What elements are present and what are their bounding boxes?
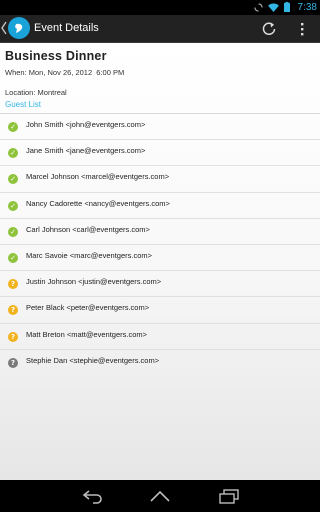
question-icon: ? [8,279,18,290]
check-icon: ✓ [8,148,18,159]
back-icon[interactable] [82,488,104,504]
check-icon: ✓ [8,200,18,211]
event-location: Location: Montreal [5,88,67,97]
guest-name: Carl Johnson <carl@eventgers.com> [26,224,150,234]
guest-row[interactable]: ? Matt Breton <matt@eventgers.com> [0,324,320,350]
check-icon: ✓ [8,226,18,237]
guest-name: John Smith <john@eventgers.com> [26,120,146,129]
guest-name: Stephie Dan <stephie@eventgers.com> [26,355,160,365]
guest-name: Matt Breton <matt@eventgers.com> [26,329,147,339]
recent-apps-icon[interactable] [218,488,240,504]
question-icon: ? [8,357,18,368]
guest-row[interactable]: ? Stephie Dan <stephie@eventgers.com> [0,350,320,376]
guest-row[interactable]: ? Justin Johnson <justin@eventgers.com> [0,271,320,298]
question-icon: ? [8,305,18,316]
guest-row[interactable]: ✓ Carl Johnson <carl@eventgers.com> [0,219,320,245]
app-logo-icon[interactable] [8,17,30,39]
sync-icon [254,2,263,12]
guest-name: Jane Smith <jane@eventgers.com> [26,146,146,156]
event-title: Business Dinner [5,49,107,63]
guest-row[interactable]: ✓ Marc Savoie <marc@eventgers.com> [0,245,320,272]
home-icon[interactable] [149,488,171,504]
guest-row[interactable]: ✓ Marcel Johnson <marcel@eventgers.com> [0,166,320,193]
guest-name: Nancy Cadorette <nancy@eventgers.com> [26,198,170,208]
guest-row[interactable]: ✓ Jane Smith <jane@eventgers.com> [0,140,320,167]
wifi-icon [268,2,279,12]
status-bar: 7:38 [0,0,320,15]
guest-name: Peter Black <peter@eventgers.com> [26,303,150,313]
refresh-icon[interactable] [260,20,278,38]
battery-icon [284,2,290,12]
event-when: When: Mon, Nov 26, 2012 6:00 PM [5,68,125,77]
event-details-content: Business Dinner When: Mon, Nov 26, 2012 … [0,43,320,480]
guest-row[interactable]: ? Peter Black <peter@eventgers.com> [0,297,320,324]
status-time: 7:38 [297,2,317,13]
check-icon: ✓ [8,174,18,185]
up-navigation-icon[interactable] [1,21,7,35]
guest-name: Marc Savoie <marc@eventgers.com> [26,250,152,260]
guest-name: Justin Johnson <justin@eventgers.com> [26,277,162,287]
overflow-menu-icon[interactable] [296,20,308,38]
question-icon: ? [8,331,18,342]
check-icon: ✓ [8,122,18,132]
guest-list: ✓ John Smith <john@eventgers.com> ✓ Jane… [0,114,320,376]
guest-row[interactable]: ✓ John Smith <john@eventgers.com> [0,114,320,141]
guest-row[interactable]: ✓ Nancy Cadorette <nancy@eventgers.com> [0,193,320,219]
system-nav-bar [0,480,320,512]
page-title: Event Details [34,22,99,34]
guest-list-header: Guest List [5,100,42,109]
action-bar: Event Details [0,15,320,43]
check-icon: ✓ [8,252,18,263]
guest-name: Marcel Johnson <marcel@eventgers.com> [26,172,170,182]
